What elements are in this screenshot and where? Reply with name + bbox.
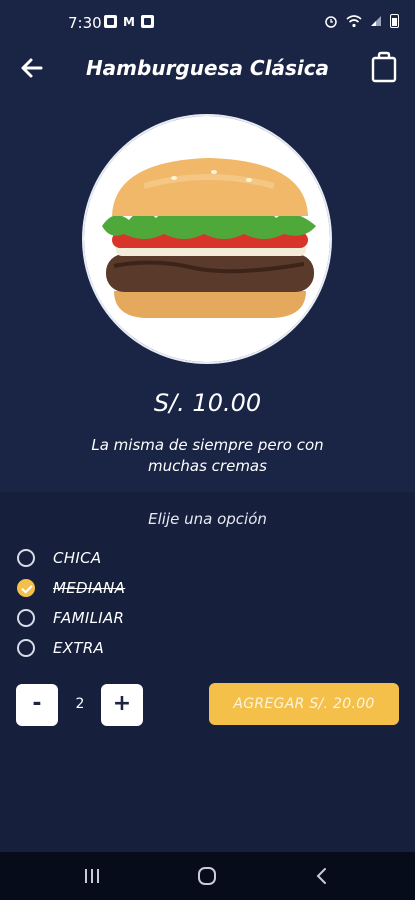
product-price: S/. 10.00 [153, 389, 262, 417]
status-bar: 7:30 M [0, 0, 415, 46]
notification-icons: M [104, 15, 154, 29]
gmail-notification-icon: M [123, 15, 135, 29]
option-chica[interactable]: CHICA [17, 546, 101, 570]
product-image [82, 114, 332, 364]
option-mediana[interactable]: MEDIANA [17, 576, 125, 600]
options-heading: Elije una opción [148, 510, 267, 528]
add-to-cart-button[interactable]: AGREGAR S/. 20.00 [209, 683, 399, 725]
battery-icon [390, 14, 399, 28]
signal-icon [371, 16, 381, 26]
back-nav-icon[interactable] [308, 864, 336, 888]
burger-illustration [84, 116, 330, 362]
system-icons [324, 14, 399, 28]
status-time: 7:30 [68, 14, 102, 32]
home-icon[interactable] [193, 864, 221, 888]
recent-apps-icon[interactable] [78, 864, 106, 888]
page-title: Hamburguesa Clásica [85, 56, 330, 80]
system-navigation-bar [0, 852, 415, 900]
back-arrow-icon[interactable] [18, 54, 46, 82]
radio-button-checked[interactable] [17, 579, 35, 597]
quantity-value: 2 [75, 696, 85, 712]
shopping-bag-icon[interactable] [371, 51, 397, 83]
alarm-icon [325, 16, 337, 28]
radio-button[interactable] [17, 639, 35, 657]
increase-quantity-button[interactable]: + [101, 684, 143, 726]
app-notification-icon [140, 15, 154, 28]
option-familiar[interactable]: FAMILIAR [17, 606, 124, 630]
option-label: MEDIANA [53, 579, 126, 597]
option-label: FAMILIAR [53, 609, 125, 627]
options-panel: Elije una opción CHICA MEDIANA FAMILIAR … [0, 492, 415, 852]
radio-button[interactable] [17, 609, 35, 627]
product-description: La misma de siempre pero con muchas crem… [91, 436, 324, 475]
option-label: CHICA [53, 549, 102, 567]
app-header: Hamburguesa Clásica [0, 46, 415, 92]
option-extra[interactable]: EXTRA [17, 636, 104, 660]
wifi-icon [346, 14, 362, 27]
decrease-quantity-button[interactable]: - [16, 684, 58, 726]
radio-button[interactable] [17, 549, 35, 567]
option-label: EXTRA [53, 639, 105, 657]
gallery-notification-icon [104, 15, 117, 28]
